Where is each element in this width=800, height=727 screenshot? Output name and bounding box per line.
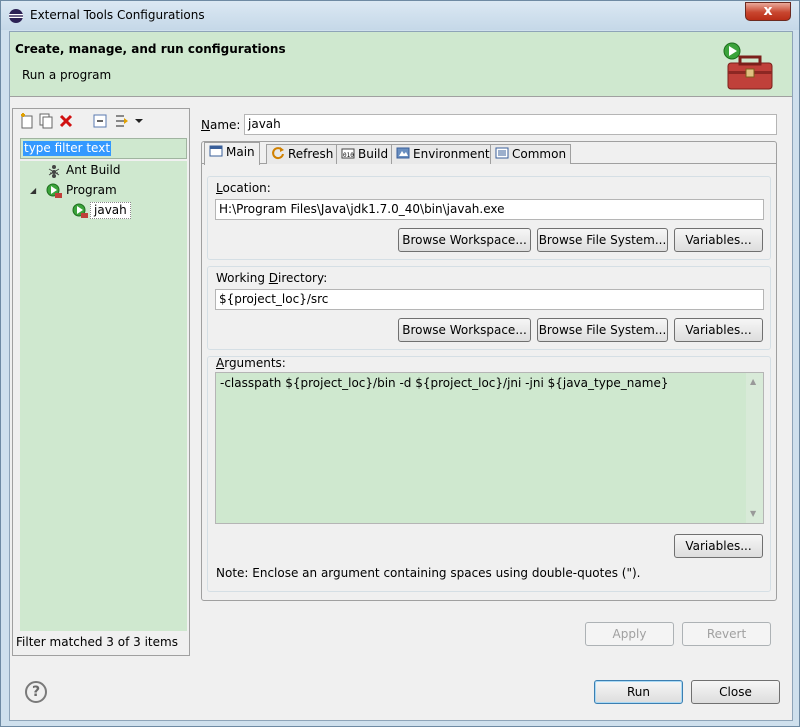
title-bar[interactable]: External Tools Configurations x	[1, 1, 799, 30]
tab-strip: Main Refresh 010 Build Environment Common	[202, 142, 776, 165]
header-banner: Create, manage, and run configurations R…	[10, 32, 792, 97]
arguments-variables-button[interactable]: Variables...	[674, 534, 763, 558]
location-browse-file-system-button[interactable]: Browse File System...	[537, 228, 668, 252]
new-configuration-icon[interactable]	[19, 113, 35, 129]
scroll-down-icon[interactable]: ▼	[750, 509, 756, 518]
filter-input[interactable]: type filter text	[20, 138, 187, 159]
tree-item-javah[interactable]: javah	[64, 201, 134, 220]
svg-text:010: 010	[343, 152, 354, 159]
tab-common[interactable]: Common	[490, 144, 572, 164]
location-group: Location: H:\Program Files\Java\jdk1.7.0…	[207, 176, 771, 260]
window-title: External Tools Configurations	[30, 8, 205, 22]
program-icon	[46, 183, 62, 198]
arguments-note: Note: Enclose an argument containing spa…	[216, 566, 641, 580]
tab-environment[interactable]: Environment	[391, 144, 495, 164]
dialog-window: External Tools Configurations x Create, …	[0, 0, 800, 727]
location-label: Location:	[216, 181, 271, 195]
duplicate-icon[interactable]	[38, 113, 54, 129]
filter-status: Filter matched 3 of 3 items	[16, 635, 178, 649]
collapse-all-icon[interactable]	[92, 113, 108, 129]
workdir-browse-file-system-button[interactable]: Browse File System...	[537, 318, 668, 342]
location-input[interactable]: H:\Program Files\Java\jdk1.7.0_40\bin\ja…	[215, 199, 764, 220]
banner-subheading: Run a program	[22, 68, 112, 82]
tree-item-label: Program	[66, 183, 117, 197]
workdir-variables-button[interactable]: Variables...	[674, 318, 763, 342]
apply-button[interactable]: Apply	[585, 622, 674, 646]
working-directory-input[interactable]: ${project_loc}/src	[215, 289, 764, 310]
name-input[interactable]: javah	[244, 114, 777, 135]
left-toolbar	[13, 109, 189, 133]
help-icon[interactable]: ?	[25, 681, 47, 703]
expanded-arrow-icon[interactable]: ◢	[30, 181, 36, 200]
arguments-text: -classpath ${project_loc}/bin -d ${proje…	[220, 376, 669, 390]
tree-item-label: javah	[90, 202, 131, 219]
main-tab-icon	[209, 145, 223, 157]
run-button[interactable]: Run	[594, 680, 683, 704]
chevron-down-icon[interactable]	[131, 113, 147, 129]
tab-main[interactable]: Main	[204, 142, 260, 165]
filter-configurations-icon[interactable]	[114, 113, 130, 129]
program-launch-icon	[72, 203, 88, 218]
tab-folder: Main Refresh 010 Build Environment Common	[201, 141, 777, 601]
configuration-tree: Ant Build ◢ Program javah	[20, 161, 187, 631]
arguments-group: Arguments: -classpath ${project_loc}/bin…	[207, 356, 771, 592]
name-label: Name:	[201, 118, 241, 132]
dialog-client: Create, manage, and run configurations R…	[9, 31, 793, 721]
configuration-list-pane: type filter text Ant Build ◢ Program jav…	[12, 108, 190, 656]
delete-icon[interactable]	[58, 113, 74, 129]
eclipse-icon	[9, 9, 23, 23]
arguments-label: Arguments:	[216, 356, 286, 370]
tab-build[interactable]: 010 Build	[336, 144, 394, 164]
toolbox-icon	[723, 42, 773, 90]
common-icon	[495, 147, 509, 159]
close-button[interactable]: Close	[691, 680, 780, 704]
working-directory-group: Working Directory: ${project_loc}/src Br…	[207, 266, 771, 350]
scroll-up-icon[interactable]: ▲	[750, 377, 756, 386]
arguments-scrollbar[interactable]: ▲ ▼	[746, 373, 763, 523]
arguments-textarea[interactable]: -classpath ${project_loc}/bin -d ${proje…	[215, 372, 764, 524]
working-directory-label: Working Directory:	[216, 271, 328, 285]
refresh-icon	[272, 147, 284, 160]
configuration-editor: Name: javah Main Refresh 010 Build Enviro…	[200, 108, 788, 603]
banner-heading: Create, manage, and run configurations	[15, 42, 286, 56]
tree-item-label: Ant Build	[66, 163, 121, 177]
build-icon: 010	[341, 148, 355, 159]
environment-icon	[396, 147, 410, 159]
revert-button[interactable]: Revert	[682, 622, 771, 646]
location-browse-workspace-button[interactable]: Browse Workspace...	[398, 228, 531, 252]
workdir-browse-workspace-button[interactable]: Browse Workspace...	[398, 318, 531, 342]
tab-refresh[interactable]: Refresh	[266, 144, 339, 164]
location-variables-button[interactable]: Variables...	[674, 228, 763, 252]
window-close-button[interactable]: x	[745, 2, 791, 21]
filter-placeholder: type filter text	[23, 141, 112, 156]
ant-icon	[48, 165, 60, 178]
